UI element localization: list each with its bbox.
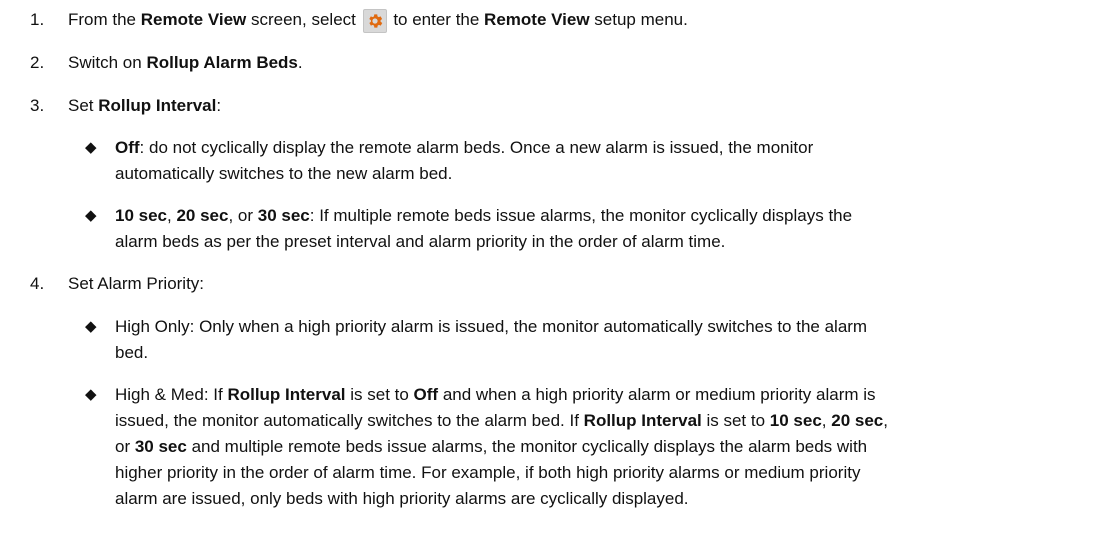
diamond-bullet-icon: ◆ [85,207,97,224]
bullet-line: Off: do not cyclically display the remot… [115,138,814,157]
bullet-line: or 30 sec and multiple remote beds issue… [115,437,868,456]
diamond-bullet-icon: ◆ [85,139,97,156]
step-number: 4. [30,274,45,293]
bullet-item: ◆ High & Med: If Rollup Interval is set … [85,382,1115,512]
diamond-bullet-icon: ◆ [85,386,97,403]
step-text: From the Remote View screen, select to e… [68,7,1108,33]
step-text: Set Rollup Interval: [68,96,222,115]
bullet-line: automatically switches to the new alarm … [115,164,453,183]
bullet-line: alarm are issued, only beds with high pr… [115,489,689,508]
bullet-line: alarm beds as per the preset interval an… [115,232,726,251]
bullet-line: High & Med: If Rollup Interval is set to… [115,385,876,404]
bullet-item: ◆ High Only: Only when a high priority a… [85,314,1115,366]
step-number: 2. [30,53,45,72]
step-number: 1. [30,10,45,29]
bullet-line: 10 sec, 20 sec, or 30 sec: If multiple r… [115,206,853,225]
bullet-line: higher priority in the order of alarm ti… [115,463,861,482]
step-text: Set Alarm Priority: [68,274,205,293]
gear-icon [362,9,387,33]
bullet-item: ◆ 10 sec, 20 sec, or 30 sec: If multiple… [85,203,1115,255]
bullet-line: bed. [115,343,149,362]
instruction-page: 1. From the Remote View screen, select t… [0,0,1119,541]
step-number: 3. [30,96,45,115]
bullet-line: issued, the monitor automatically switch… [115,411,888,430]
diamond-bullet-icon: ◆ [85,318,97,335]
bullet-item: ◆ Off: do not cyclically display the rem… [85,135,1115,187]
bullet-line: High Only: Only when a high priority ala… [115,317,868,336]
step-text: Switch on Rollup Alarm Beds. [68,53,303,72]
